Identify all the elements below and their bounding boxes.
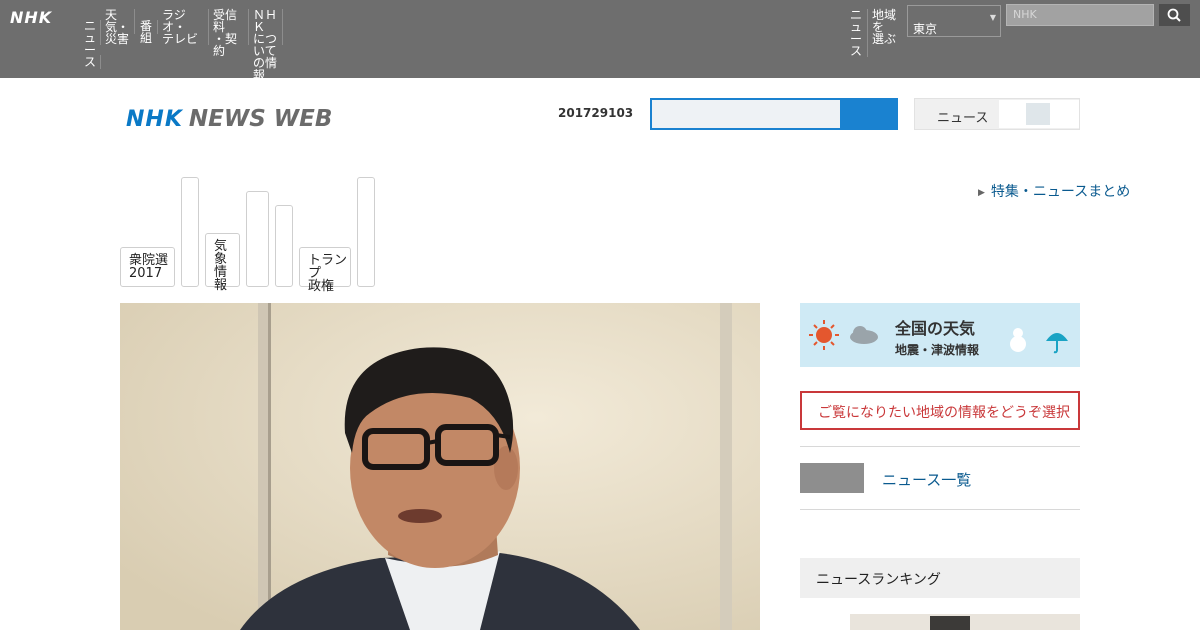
tab-weather[interactable]: 気象 情報	[205, 233, 240, 292]
sun-icon	[816, 327, 832, 343]
snowman-icon	[1010, 336, 1026, 352]
triangle-right-icon: ▶	[978, 188, 985, 198]
global-nav-bar: NHK ニュ ース 天気・ 災害 番組 ラジオ・ テレビ 受信料 ・契約 ＮＨＫ…	[0, 0, 1200, 81]
nhk-logo[interactable]: NHK	[10, 8, 52, 27]
gnav-news[interactable]: ニュ ース	[80, 20, 101, 68]
region-alert-link[interactable]: ご覧になりたい地域の情報をどうぞ選択	[800, 391, 1080, 430]
weather-subtitle: 地震・津波情報	[895, 343, 980, 357]
gnav-about[interactable]: ＮＨＫ について の情報	[249, 9, 283, 81]
chevron-down-icon: ▼	[989, 13, 996, 22]
special-link-label: 特集・ニュースまとめ	[990, 184, 1131, 200]
language-label: ニュース	[937, 111, 989, 126]
gnav-programs[interactable]: 番組	[136, 20, 158, 44]
date-label: 201729103	[558, 106, 634, 120]
language-switch[interactable]: ニュース	[914, 98, 1080, 130]
gnav-right-news[interactable]: ニュ ース	[846, 9, 868, 57]
weather-banner[interactable]: 全国の天気 地震・津波情報	[800, 303, 1080, 367]
nhk-search-button[interactable]	[1159, 4, 1190, 26]
gnav-weather[interactable]: 天気・ 災害	[101, 9, 135, 45]
tab-trump[interactable]: トランプ 政権	[299, 247, 351, 293]
site-search-input[interactable]	[650, 98, 842, 130]
special-feature-link[interactable]: ▶ 特集・ニュースまとめ	[978, 181, 1130, 201]
divider	[800, 509, 1080, 510]
nhk-search-input[interactable]: NHK	[1006, 4, 1154, 26]
umbrella-icon	[1046, 333, 1068, 341]
news-photo-image	[120, 303, 760, 630]
gnav-radio-tv[interactable]: ラジオ・ テレビ	[158, 9, 209, 45]
top-news-photo[interactable]	[120, 303, 760, 630]
nav-divider	[100, 55, 101, 69]
news-list-link[interactable]: ニュース一覧	[882, 469, 971, 490]
weather-title: 全国の天気	[895, 319, 976, 338]
news-web-logo[interactable]: NHK NEWS WEB	[126, 106, 332, 132]
news-list-thumbnail[interactable]	[800, 463, 864, 493]
divider	[800, 446, 1080, 447]
region-select[interactable]: 東京 ▼	[907, 5, 1001, 37]
tab-category-7[interactable]	[357, 177, 375, 287]
gnav-fee[interactable]: 受信料 ・契約	[209, 9, 249, 57]
ranking-thumbnail[interactable]	[850, 614, 1080, 630]
ranking-photo-image	[850, 614, 1080, 630]
logo-nhk-text: NHK	[126, 107, 183, 132]
language-toggle[interactable]	[1026, 103, 1050, 125]
tab-category-2[interactable]	[181, 177, 199, 287]
region-select-value: 東京	[913, 22, 938, 36]
gnav-region[interactable]: 地域を 選ぶ	[868, 9, 906, 45]
tab-election-2017[interactable]: 衆院選 2017	[120, 247, 175, 287]
logo-news-web-text: NEWS WEB	[188, 106, 333, 132]
tab-category-4[interactable]	[246, 191, 269, 287]
site-search-button[interactable]	[841, 98, 898, 130]
ranking-box-title: ニュースランキング	[800, 558, 1080, 598]
tab-category-5[interactable]	[275, 205, 293, 287]
search-icon	[1167, 8, 1181, 22]
